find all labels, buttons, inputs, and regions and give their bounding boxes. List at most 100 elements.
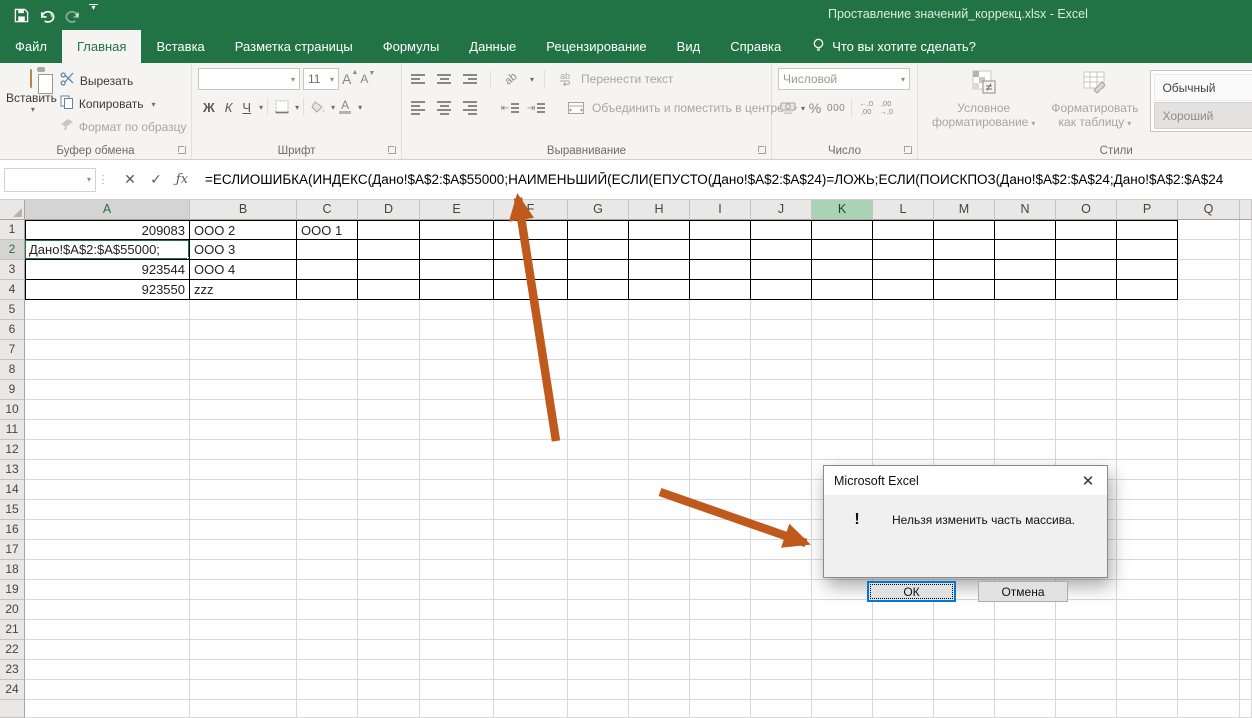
cell-E8[interactable]: [420, 360, 494, 380]
cell-G17[interactable]: [568, 540, 629, 560]
cell-P18[interactable]: [1117, 560, 1178, 580]
cell-Q7[interactable]: [1178, 340, 1240, 360]
cell-E6[interactable]: [420, 320, 494, 340]
cell-A15[interactable]: [25, 500, 190, 520]
cell-M21[interactable]: [934, 620, 995, 640]
row-header-2[interactable]: 2: [0, 240, 25, 260]
cell-E15[interactable]: [420, 500, 494, 520]
cell-C24[interactable]: [297, 680, 358, 700]
cell-J1[interactable]: [751, 220, 812, 240]
shrink-font-button[interactable]: А▼: [360, 72, 374, 86]
cell-I8[interactable]: [690, 360, 751, 380]
column-header-B[interactable]: B: [190, 200, 297, 220]
cell-K22[interactable]: [812, 640, 873, 660]
row-header-21[interactable]: 21: [0, 620, 25, 640]
cell-F11[interactable]: [494, 420, 568, 440]
cell-M24[interactable]: [934, 680, 995, 700]
cell-L22[interactable]: [873, 640, 934, 660]
row-header-4[interactable]: 4: [0, 280, 25, 300]
cell-A22[interactable]: [25, 640, 190, 660]
cell-N1[interactable]: [995, 220, 1056, 240]
row-header-12[interactable]: 12: [0, 440, 25, 460]
cell-J11[interactable]: [751, 420, 812, 440]
cell-N20[interactable]: [995, 600, 1056, 620]
cell-Q13[interactable]: [1178, 460, 1240, 480]
cell-N3[interactable]: [995, 260, 1056, 280]
cell-B9[interactable]: [190, 380, 297, 400]
cell-H9[interactable]: [629, 380, 690, 400]
cell-P20[interactable]: [1117, 600, 1178, 620]
cell-L20[interactable]: [873, 600, 934, 620]
cell-B20[interactable]: [190, 600, 297, 620]
cell-M3[interactable]: [934, 260, 995, 280]
cell-H4[interactable]: [629, 280, 690, 300]
cell-M23[interactable]: [934, 660, 995, 680]
cell-N23[interactable]: [995, 660, 1056, 680]
cell-A10[interactable]: [25, 400, 190, 420]
cell-J7[interactable]: [751, 340, 812, 360]
cell-F17[interactable]: [494, 540, 568, 560]
row-header-20[interactable]: 20: [0, 600, 25, 620]
tab-Данные[interactable]: Данные: [454, 30, 531, 63]
cell-D19[interactable]: [358, 580, 420, 600]
cell-E2[interactable]: [420, 240, 494, 260]
underline-button[interactable]: Ч: [237, 96, 256, 118]
cell-P2[interactable]: [1117, 240, 1178, 260]
cell-H7[interactable]: [629, 340, 690, 360]
cell-L7[interactable]: [873, 340, 934, 360]
cell-E10[interactable]: [420, 400, 494, 420]
cell-A8[interactable]: [25, 360, 190, 380]
cell-N6[interactable]: [995, 320, 1056, 340]
tab-Формулы[interactable]: Формулы: [368, 30, 455, 63]
save-icon[interactable]: [14, 4, 29, 26]
formula-cancel-button[interactable]: ✕: [117, 168, 143, 192]
cell-K2[interactable]: [812, 240, 873, 260]
cell-P5[interactable]: [1117, 300, 1178, 320]
row-header-6[interactable]: 6: [0, 320, 25, 340]
copy-button[interactable]: Копировать ▾: [57, 93, 190, 115]
grow-font-button[interactable]: А▲: [342, 71, 357, 87]
accounting-format-icon[interactable]: [778, 97, 798, 119]
cell-A20[interactable]: [25, 600, 190, 620]
conditional-formatting-button[interactable]: Условноеформатирование▾: [924, 68, 1043, 139]
cell-B7[interactable]: [190, 340, 297, 360]
cell-K8[interactable]: [812, 360, 873, 380]
cell-Q6[interactable]: [1178, 320, 1240, 340]
cell-O8[interactable]: [1056, 360, 1117, 380]
copy-dropdown-icon[interactable]: ▾: [152, 100, 156, 109]
cell-J9[interactable]: [751, 380, 812, 400]
cell-Q4[interactable]: [1178, 280, 1240, 300]
fill-color-button[interactable]: [308, 96, 328, 118]
cell-B22[interactable]: [190, 640, 297, 660]
cell-A9[interactable]: [25, 380, 190, 400]
cell-D16[interactable]: [358, 520, 420, 540]
cell-D13[interactable]: [358, 460, 420, 480]
cell-A5[interactable]: [25, 300, 190, 320]
cell-Q1[interactable]: [1178, 220, 1240, 240]
cell-A7[interactable]: [25, 340, 190, 360]
cell-D11[interactable]: [358, 420, 420, 440]
cell-E14[interactable]: [420, 480, 494, 500]
format-painter-button[interactable]: Формат по образцу: [57, 116, 190, 138]
cell-M8[interactable]: [934, 360, 995, 380]
cell-O7[interactable]: [1056, 340, 1117, 360]
cell-F12[interactable]: [494, 440, 568, 460]
cell-O23[interactable]: [1056, 660, 1117, 680]
cell-M20[interactable]: [934, 600, 995, 620]
cell-E4[interactable]: [420, 280, 494, 300]
cell-G6[interactable]: [568, 320, 629, 340]
dialog-cancel-button[interactable]: Отмена: [978, 581, 1068, 602]
cell-K5[interactable]: [812, 300, 873, 320]
cell-C21[interactable]: [297, 620, 358, 640]
cell-C20[interactable]: [297, 600, 358, 620]
cell-A14[interactable]: [25, 480, 190, 500]
cell-C4[interactable]: [297, 280, 358, 300]
fill-handle[interactable]: [187, 257, 190, 260]
tab-Разметка страницы[interactable]: Разметка страницы: [220, 30, 368, 63]
cell-C23[interactable]: [297, 660, 358, 680]
align-middle-button[interactable]: [434, 68, 454, 90]
font-dialog-launcher-icon[interactable]: [388, 146, 396, 154]
cell-G5[interactable]: [568, 300, 629, 320]
cell-H23[interactable]: [629, 660, 690, 680]
orientation-dropdown-icon[interactable]: ▾: [530, 75, 534, 84]
